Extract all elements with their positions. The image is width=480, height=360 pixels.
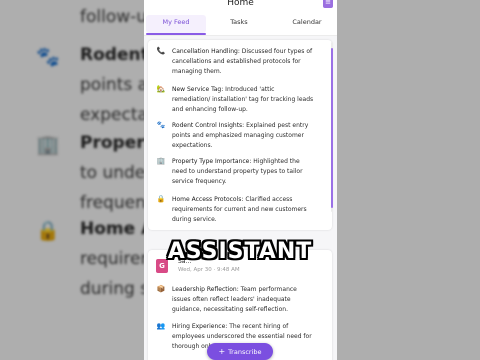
item-label: Leadership Reflection: — [172, 286, 239, 293]
video-caption: ASSISTANT — [167, 239, 313, 264]
box-icon: 📦 — [156, 285, 166, 293]
lock-icon: 🔒 — [156, 195, 166, 203]
item-label: New Service Tag: — [172, 86, 224, 93]
item-label: Hiring Experience: — [172, 323, 228, 330]
item-label: Home Access Protocols: — [172, 196, 244, 203]
transcribe-button[interactable]: + Transcribe — [207, 343, 273, 360]
paw-icon: 🐾 — [156, 121, 166, 129]
tab-calendar[interactable]: Calendar — [282, 18, 332, 26]
item-label: Rodent Control Insights: — [172, 122, 245, 129]
item-label: Property Type Importance: — [172, 158, 252, 165]
menu-icon[interactable]: ≡ — [323, 0, 333, 8]
entry-timestamp: Wed, Apr 30 · 9:48 AM — [178, 267, 240, 273]
building-icon: 🏢 — [156, 157, 166, 165]
scrollbar-thumb[interactable] — [331, 48, 333, 208]
item-text: New Service Tag: Introduced 'attic remed… — [172, 85, 314, 115]
item-text: Home Access Protocols: Clarified access … — [172, 195, 314, 225]
tab-tasks[interactable]: Tasks — [214, 18, 264, 26]
app-header: Home ≡ — [144, 0, 337, 14]
tab-my-feed[interactable]: My Feed — [151, 18, 201, 26]
item-text: Cancellation Handling: Discussed four ty… — [172, 47, 314, 77]
item-text: Property Type Importance: Highlighted th… — [172, 157, 314, 187]
item-text: Rodent Control Insights: Explained pest … — [172, 121, 314, 151]
people-icon: 👥 — [156, 322, 166, 330]
active-tab-underline — [146, 33, 206, 35]
item-label: Cancellation Handling: — [172, 48, 240, 55]
page-title: Home — [227, 0, 254, 8]
tab-bar: My Feed Tasks Calendar — [144, 14, 337, 36]
plus-icon: + — [218, 347, 226, 356]
item-text: Leadership Reflection: Team performance … — [172, 285, 314, 315]
phone-icon: 📞 — [156, 47, 166, 55]
house-icon: 🏡 — [156, 85, 166, 93]
transcribe-label: Transcribe — [228, 348, 262, 356]
